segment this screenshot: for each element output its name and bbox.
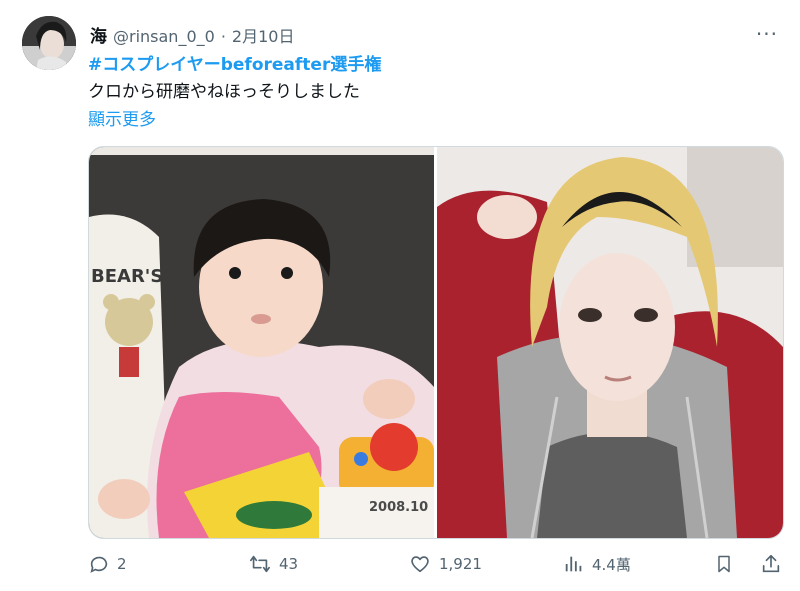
views-chart-icon (565, 556, 582, 572)
media-grid: BEAR'S 2008.10 (88, 146, 784, 539)
views-count: 4.4萬 (592, 555, 631, 574)
reply-icon (90, 556, 108, 573)
like-button[interactable]: 1,921 (408, 553, 563, 575)
separator-dot: · (220, 27, 226, 46)
media-photo-before[interactable]: BEAR'S 2008.10 (89, 147, 434, 538)
right-action-group (714, 553, 782, 575)
media-photo-after[interactable] (437, 147, 783, 538)
action-bar: 2 43 1,921 4.4萬 (88, 553, 782, 575)
more-options-icon[interactable]: ··· (756, 22, 778, 46)
retweet-icon (250, 555, 270, 573)
avatar-image (22, 16, 76, 70)
show-more-link[interactable]: 顯示更多 (88, 105, 156, 130)
tweet-header: 海 @rinsan_0_0 · 2月10日 (90, 22, 294, 47)
avatar[interactable] (22, 16, 76, 70)
views-button[interactable]: 4.4萬 (563, 553, 713, 575)
hashtag-link[interactable]: #コスプレイヤーbeforeafter選手権 (88, 50, 381, 75)
like-count: 1,921 (439, 555, 482, 573)
photo-date-stamp: 2008.10 (369, 500, 428, 515)
tweet-text: クロから研磨やねほっそりしました (88, 82, 360, 102)
retweet-button[interactable]: 43 (248, 553, 408, 575)
retweet-count: 43 (279, 555, 299, 573)
bookmark-button[interactable] (714, 553, 734, 575)
display-name[interactable]: 海 (90, 22, 107, 47)
reply-count: 2 (117, 555, 127, 573)
bib-text: BEAR'S (91, 266, 163, 287)
user-handle[interactable]: @rinsan_0_0 (113, 27, 215, 46)
reply-button[interactable]: 2 (88, 553, 248, 575)
share-icon (762, 554, 780, 573)
share-button[interactable] (760, 553, 782, 575)
bookmark-icon (718, 555, 730, 573)
tweet-date[interactable]: 2月10日 (232, 23, 295, 47)
heart-icon (411, 556, 429, 573)
